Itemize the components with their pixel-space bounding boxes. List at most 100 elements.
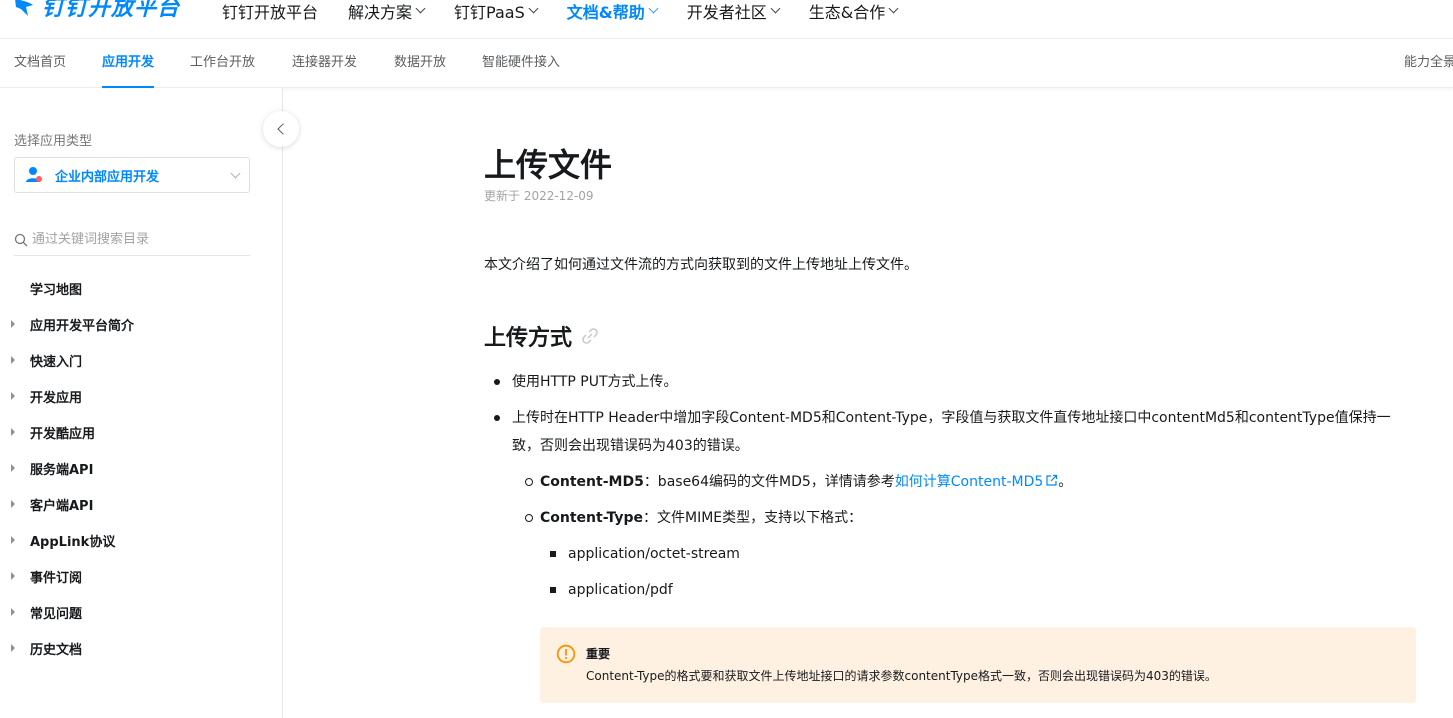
toc-item-learning-map[interactable]: 学习地图 bbox=[0, 270, 282, 306]
sidebar: 选择应用类型 企业内部应用开发 学习地图 应用开发平台简介 快速入门 开发应用 … bbox=[0, 88, 283, 718]
search-input[interactable] bbox=[32, 232, 242, 247]
caret-right-icon bbox=[11, 644, 15, 652]
external-link-icon bbox=[1046, 474, 1058, 486]
user-icon bbox=[26, 167, 42, 182]
dingtalk-logo-icon bbox=[15, 0, 33, 16]
page-title: 上传文件 bbox=[484, 146, 613, 184]
format-item: application/octet-stream bbox=[484, 540, 1414, 568]
chevron-down-icon bbox=[415, 3, 426, 14]
link-text: 如何计算Content-MD5 bbox=[894, 474, 1044, 490]
chevron-down-icon bbox=[888, 3, 899, 14]
important-notice: 重要 Content-Type的格式要和获取文件上传地址接口的请求参数conte… bbox=[540, 627, 1416, 703]
notice-title: 重要 bbox=[586, 647, 611, 661]
app-type-label: 选择应用类型 bbox=[14, 134, 93, 149]
content-type-key: Content-Type bbox=[540, 510, 643, 526]
intro-paragraph: 本文介绍了如何通过文件流的方式向获取到的文件上传地址上传文件。 bbox=[484, 257, 918, 273]
nav-item-solutions[interactable]: 解决方案 bbox=[348, 0, 426, 23]
notice-body: Content-Type的格式要和获取文件上传地址接口的请求参数contentT… bbox=[586, 669, 1217, 683]
toc-label: 客户端API bbox=[30, 498, 94, 514]
caret-right-icon bbox=[11, 536, 15, 544]
nav-item-docs-help[interactable]: 文档&帮助 bbox=[566, 0, 659, 23]
app-type-value: 企业内部应用开发 bbox=[55, 169, 160, 185]
nav-label: 文档&帮助 bbox=[566, 3, 645, 22]
chevron-left-icon bbox=[277, 123, 289, 135]
nav-item-community[interactable]: 开发者社区 bbox=[686, 0, 781, 23]
top-nav: 钉钉开放平台 解决方案 钉钉PaaS 文档&帮助 开发者社区 生态&合作 bbox=[222, 0, 927, 22]
nav-label: 解决方案 bbox=[348, 3, 413, 22]
toc-item-applink[interactable]: AppLink协议 bbox=[0, 522, 282, 558]
toc-item-faq[interactable]: 常见问题 bbox=[0, 594, 282, 630]
list-item: 使用HTTP PUT方式上传。 bbox=[484, 368, 1414, 396]
tab-workbench[interactable]: 工作台开放 bbox=[190, 40, 255, 88]
nav-item-open-platform[interactable]: 钉钉开放平台 bbox=[222, 0, 318, 23]
toc-label: 快速入门 bbox=[30, 354, 83, 370]
collapse-sidebar-button[interactable] bbox=[263, 111, 299, 147]
toc-label: 学习地图 bbox=[30, 282, 83, 298]
capability-overview-link[interactable]: 能力全景 bbox=[1404, 40, 1453, 88]
tab-docs-home[interactable]: 文档首页 bbox=[14, 40, 66, 88]
tab-smart-hardware[interactable]: 智能硬件接入 bbox=[482, 40, 560, 88]
warning-icon bbox=[556, 644, 576, 664]
table-of-contents: 学习地图 应用开发平台简介 快速入门 开发应用 开发酷应用 服务端API 客户端… bbox=[0, 270, 282, 666]
search-icon bbox=[14, 233, 28, 246]
caret-right-icon bbox=[11, 500, 15, 508]
content-md5-key: Content-MD5 bbox=[540, 474, 644, 490]
list-item-text: 上传时在HTTP Header中增加字段Content-MD5和Content-… bbox=[512, 410, 1391, 454]
section-title: 上传方式 bbox=[484, 326, 573, 351]
list-item: 上传时在HTTP Header中增加字段Content-MD5和Content-… bbox=[484, 404, 1414, 460]
toc-item-platform-intro[interactable]: 应用开发平台简介 bbox=[0, 306, 282, 342]
toc-label: 事件订阅 bbox=[30, 570, 83, 586]
chevron-down-icon bbox=[528, 3, 539, 14]
caret-right-icon bbox=[11, 320, 15, 328]
sub-list-item: Content-MD5：base64编码的文件MD5，详情请参考如何计算Cont… bbox=[484, 468, 1414, 496]
caret-right-icon bbox=[11, 392, 15, 400]
toc-label: 开发应用 bbox=[30, 390, 83, 406]
chevron-down-icon bbox=[770, 3, 781, 14]
toc-item-cool-app[interactable]: 开发酷应用 bbox=[0, 414, 282, 450]
app-type-select[interactable]: 企业内部应用开发 bbox=[14, 157, 250, 193]
toc-label: 历史文档 bbox=[30, 642, 83, 658]
updated-date: 更新于 2022-12-09 bbox=[484, 189, 594, 203]
chevron-down-icon bbox=[648, 3, 659, 14]
tab-app-development[interactable]: 应用开发 bbox=[102, 40, 155, 88]
sub-navigation: 文档首页 应用开发 工作台开放 连接器开发 数据开放 智能硬件接入 能力全景 bbox=[0, 40, 1453, 88]
toc-label: AppLink协议 bbox=[30, 534, 116, 550]
tab-connector[interactable]: 连接器开发 bbox=[292, 40, 357, 88]
content-md5-text: ：base64编码的文件MD5，详情请参考 bbox=[643, 474, 895, 490]
calc-md5-link[interactable]: 如何计算Content-MD5 bbox=[895, 474, 1059, 490]
content-md5-end: 。 bbox=[1058, 474, 1073, 490]
toc-label: 开发酷应用 bbox=[30, 426, 96, 442]
toc-item-history-docs[interactable]: 历史文档 bbox=[0, 630, 282, 666]
nav-item-paas[interactable]: 钉钉PaaS bbox=[454, 0, 539, 23]
toc-item-quick-start[interactable]: 快速入门 bbox=[0, 342, 282, 378]
nav-label: 钉钉开放平台 bbox=[222, 3, 319, 22]
toc-item-server-api[interactable]: 服务端API bbox=[0, 450, 282, 486]
toc-search bbox=[14, 224, 250, 256]
caret-right-icon bbox=[11, 428, 15, 436]
top-navigation-bar: 钉钉开放平台 钉钉开放平台 解决方案 钉钉PaaS 文档&帮助 开发者社区 生态… bbox=[0, 0, 1453, 39]
nav-label: 生态&合作 bbox=[808, 3, 886, 22]
nav-label: 钉钉PaaS bbox=[454, 3, 525, 22]
sub-list-item: Content-Type：文件MIME类型，支持以下格式： bbox=[484, 504, 1414, 532]
chevron-down-icon bbox=[230, 168, 241, 178]
toc-item-client-api[interactable]: 客户端API bbox=[0, 486, 282, 522]
format-text: application/octet-stream bbox=[568, 546, 740, 562]
nav-label: 开发者社区 bbox=[686, 3, 767, 22]
caret-right-icon bbox=[11, 608, 15, 616]
caret-right-icon bbox=[11, 356, 15, 364]
section-heading: 上传方式 bbox=[484, 320, 600, 352]
toc-label: 服务端API bbox=[30, 462, 94, 478]
toc-item-event-subscription[interactable]: 事件订阅 bbox=[0, 558, 282, 594]
content-type-text: ：文件MIME类型，支持以下格式： bbox=[643, 510, 863, 526]
tab-data-open[interactable]: 数据开放 bbox=[394, 40, 446, 88]
caret-right-icon bbox=[11, 572, 15, 580]
toc-label: 常见问题 bbox=[30, 606, 83, 622]
anchor-link-icon[interactable] bbox=[580, 326, 600, 346]
upload-method-list: 使用HTTP PUT方式上传。 上传时在HTTP Header中增加字段Cont… bbox=[484, 368, 1414, 612]
logo[interactable]: 钉钉开放平台 bbox=[12, 0, 180, 24]
format-item: application/pdf bbox=[484, 576, 1414, 604]
format-text: application/pdf bbox=[568, 582, 673, 598]
nav-item-ecosystem[interactable]: 生态&合作 bbox=[808, 0, 899, 23]
toc-item-develop-app[interactable]: 开发应用 bbox=[0, 378, 282, 414]
caret-right-icon bbox=[11, 464, 15, 472]
